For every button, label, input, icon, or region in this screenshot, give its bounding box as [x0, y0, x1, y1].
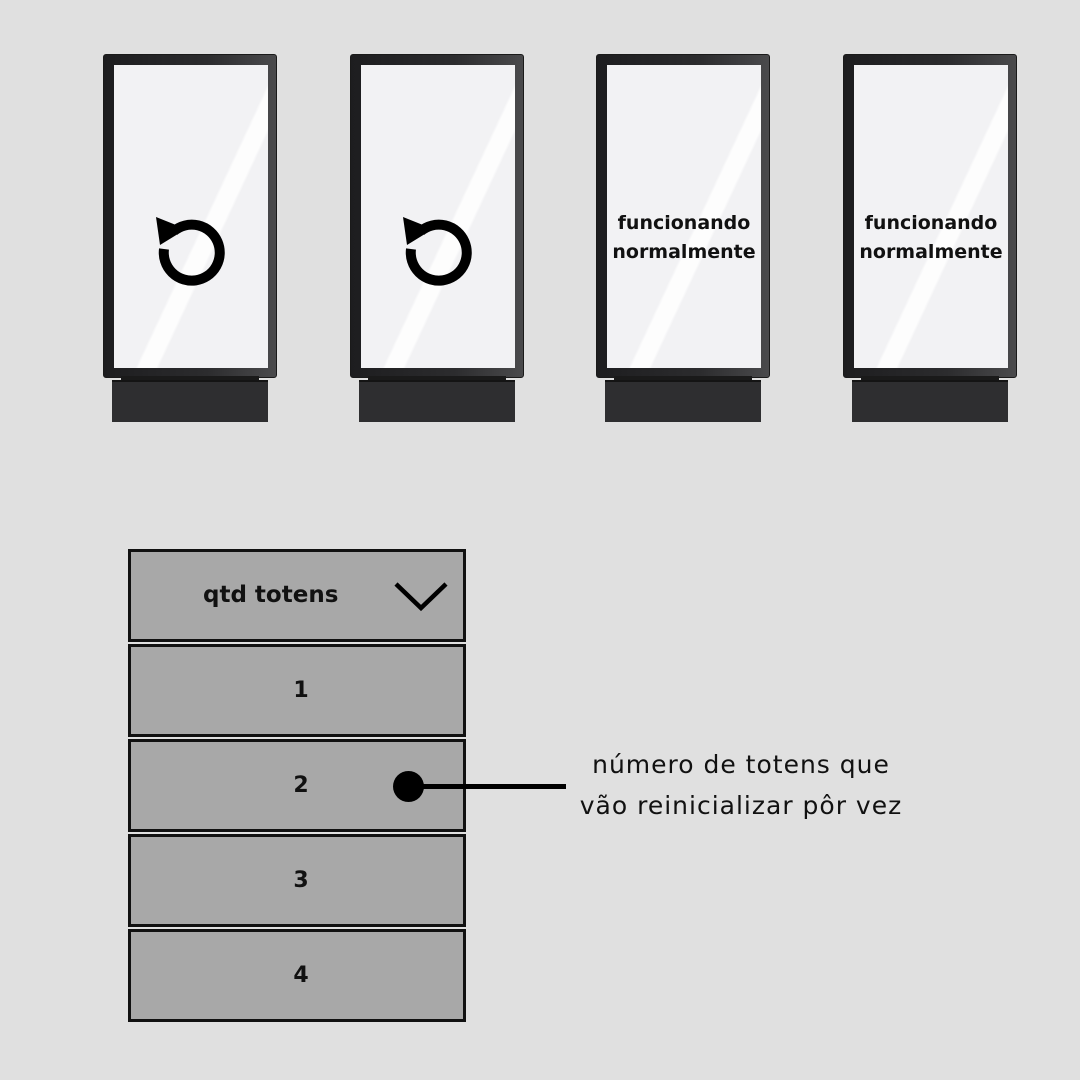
- totem-base: [852, 380, 1008, 422]
- totem-base: [605, 380, 761, 422]
- totem-4: funcionando normalmente: [843, 54, 1017, 422]
- option-label: 2: [293, 773, 309, 798]
- status-line-1: funcionando: [617, 212, 751, 234]
- reload-icon: [403, 217, 472, 286]
- totem-3: funcionando normalmente: [596, 54, 770, 422]
- totem-frame: [350, 54, 524, 378]
- chevron-down-icon[interactable]: [393, 580, 449, 614]
- callout-line-1: número de totens que: [592, 750, 890, 779]
- callout-dot: [393, 771, 424, 802]
- dropdown-header[interactable]: qtd totens: [128, 549, 466, 642]
- totem-frame: [103, 54, 277, 378]
- callout-line-2: vão reinicializar pôr vez: [579, 791, 903, 820]
- option-label: 3: [293, 868, 309, 893]
- callout-connector: [412, 784, 566, 789]
- canvas: funcionando normalmente funcionando norm…: [0, 0, 1080, 1080]
- totem-status: funcionando normalmente: [842, 209, 1020, 267]
- status-line-1: funcionando: [864, 212, 998, 234]
- dropdown-option-1[interactable]: 1: [128, 644, 466, 737]
- totem-screen: [114, 65, 268, 368]
- totem-2: [350, 54, 524, 422]
- reload-icon: [156, 217, 225, 286]
- totem-frame: funcionando normalmente: [596, 54, 770, 378]
- totem-status: funcionando normalmente: [595, 209, 773, 267]
- dropdown-title: qtd totens: [203, 582, 339, 608]
- status-line-2: normalmente: [859, 241, 1003, 263]
- totem-1: [103, 54, 277, 422]
- callout-annotation: número de totens que vão reinicializar p…: [556, 744, 926, 826]
- totem-base: [112, 380, 268, 422]
- totem-base: [359, 380, 515, 422]
- option-label: 4: [293, 963, 309, 988]
- totem-frame: funcionando normalmente: [843, 54, 1017, 378]
- option-label: 1: [293, 678, 309, 703]
- totem-screen: [361, 65, 515, 368]
- dropdown-option-4[interactable]: 4: [128, 929, 466, 1022]
- dropdown-option-3[interactable]: 3: [128, 834, 466, 927]
- status-line-2: normalmente: [612, 241, 756, 263]
